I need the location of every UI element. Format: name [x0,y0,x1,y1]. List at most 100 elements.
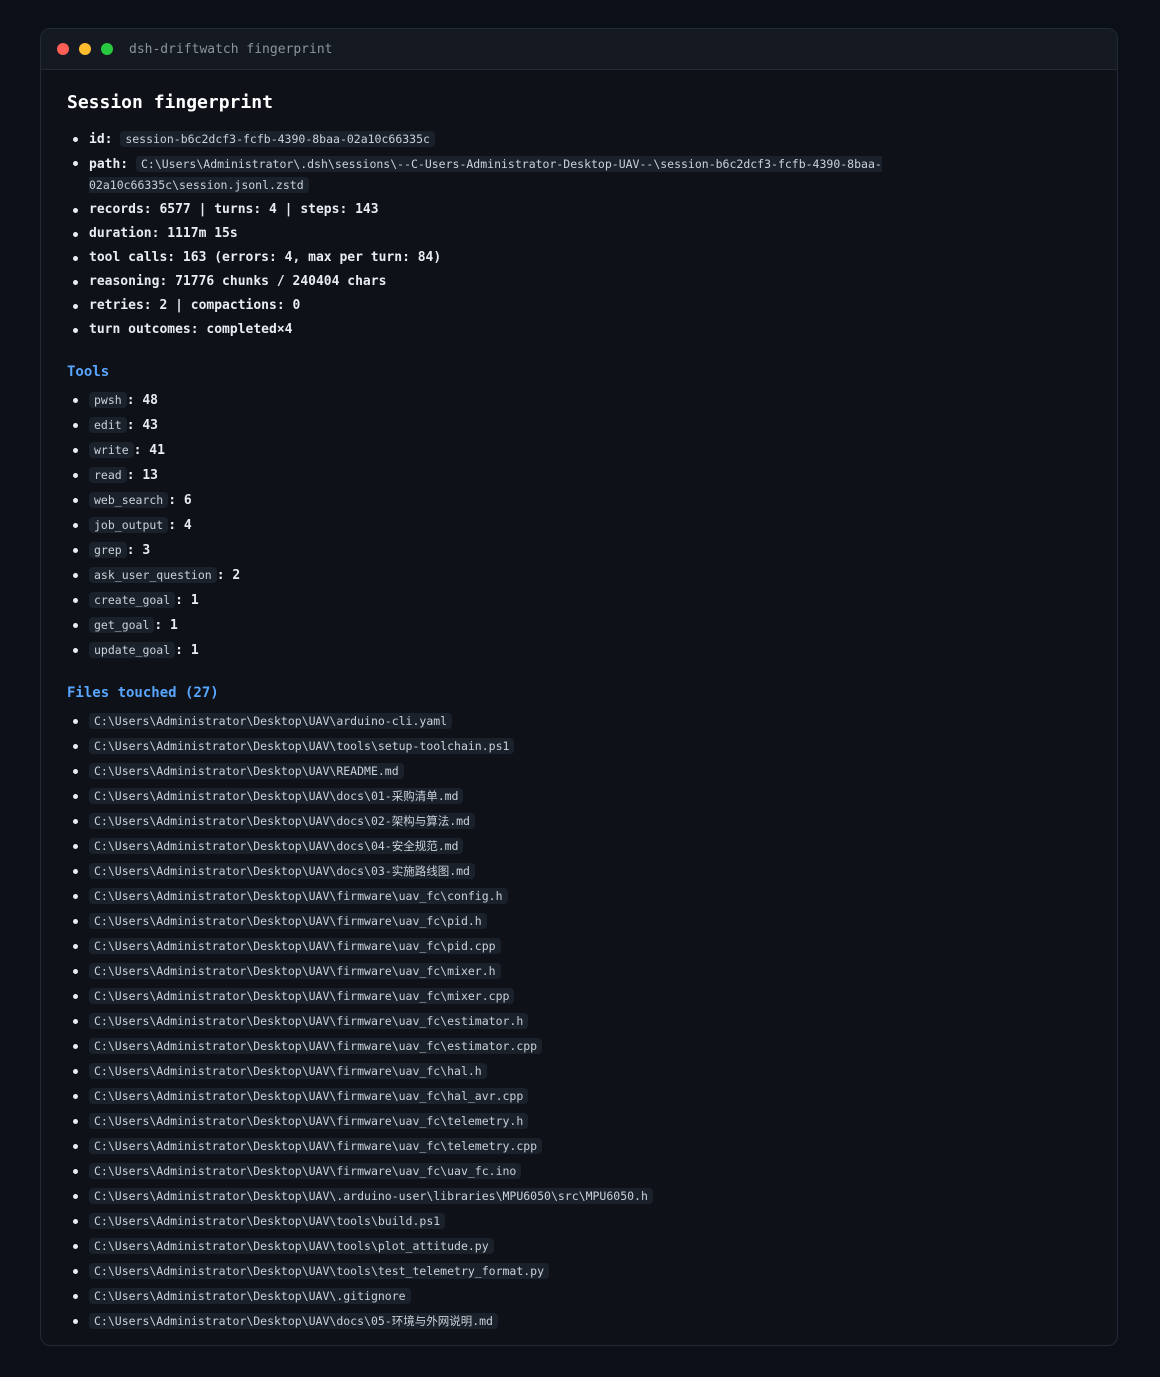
file-item: C:\Users\Administrator\Desktop\UAV\firmw… [67,1159,1091,1184]
file-item: C:\Users\Administrator\Desktop\UAV\docs\… [67,809,1091,834]
file-item: C:\Users\Administrator\Desktop\UAV\tools… [67,734,1091,759]
tool-count: : 6 [168,493,192,508]
tool-name: pwsh [89,392,127,408]
file-path: C:\Users\Administrator\Desktop\UAV\tools… [89,1263,550,1279]
file-item: C:\Users\Administrator\Desktop\UAV\ardui… [67,709,1091,734]
file-path: C:\Users\Administrator\Desktop\UAV\READM… [89,763,404,779]
file-item: C:\Users\Administrator\Desktop\UAV\firmw… [67,909,1091,934]
file-item: C:\Users\Administrator\Desktop\UAV\firmw… [67,1109,1091,1134]
tool-count: : 1 [175,643,199,658]
file-path: C:\Users\Administrator\Desktop\UAV\docs\… [89,813,475,829]
tool-count: : 41 [133,443,165,458]
page-title: Session fingerprint [67,92,273,113]
tool-name: get_goal [89,617,155,633]
file-path: C:\Users\Administrator\Desktop\UAV\firmw… [89,1038,543,1054]
stat-item: reasoning: 71776 chunks / 240404 chars [67,270,1091,294]
report-content: Session fingerprint id: session-b6c2dcf3… [41,70,1117,1334]
file-path: C:\Users\Administrator\Desktop\UAV\docs\… [89,788,464,804]
tool-count: : 3 [126,543,151,558]
tool-item: write: 41 [67,438,1091,463]
file-item: C:\Users\Administrator\Desktop\UAV\docs\… [67,784,1091,809]
file-item: C:\Users\Administrator\Desktop\UAV\firmw… [67,1134,1091,1159]
tool-name: create_goal [89,592,176,608]
file-item: C:\Users\Administrator\Desktop\UAV\READM… [67,759,1091,784]
file-item: C:\Users\Administrator\Desktop\UAV\firmw… [67,1034,1091,1059]
file-item: C:\Users\Administrator\Desktop\UAV\tools… [67,1209,1091,1234]
file-item: C:\Users\Administrator\Desktop\UAV\docs\… [67,834,1091,859]
tool-count: : 13 [126,468,159,483]
session-id-label: id: [89,132,113,147]
tool-item: job_output: 4 [67,513,1091,538]
file-item: C:\Users\Administrator\Desktop\UAV\firmw… [67,984,1091,1009]
file-item: C:\Users\Administrator\Desktop\UAV\firmw… [67,884,1091,909]
tool-name: read [89,467,127,483]
file-item: C:\Users\Administrator\Desktop\UAV\firmw… [67,1059,1091,1084]
file-item: C:\Users\Administrator\Desktop\UAV\.ardu… [67,1184,1091,1209]
maximize-window-button[interactable] [101,43,113,55]
session-path-value: C:\Users\Administrator\.dsh\sessions\--C… [89,156,882,193]
tool-name: update_goal [89,642,176,658]
tool-name: write [89,442,134,458]
file-path: C:\Users\Administrator\Desktop\UAV\firmw… [89,1013,529,1029]
file-path: C:\Users\Administrator\Desktop\UAV\firmw… [89,913,487,929]
file-path: C:\Users\Administrator\Desktop\UAV\firmw… [89,938,501,954]
fingerprint-window: dsh-driftwatch fingerprint Session finge… [40,28,1118,1346]
tool-item: get_goal: 1 [67,613,1091,638]
file-path: C:\Users\Administrator\Desktop\UAV\firmw… [89,888,508,904]
tool-item: grep: 3 [67,538,1091,563]
tool-count: : 1 [175,593,199,608]
stat-item: duration: 1117m 15s [67,222,1091,246]
file-path: C:\Users\Administrator\Desktop\UAV\tools… [89,1238,494,1254]
file-path: C:\Users\Administrator\Desktop\UAV\ardui… [89,713,453,729]
tool-item: web_search: 6 [67,488,1091,513]
file-path: C:\Users\Administrator\Desktop\UAV\firmw… [89,988,515,1004]
file-path: C:\Users\Administrator\Desktop\UAV\.ardu… [89,1188,653,1204]
file-item: C:\Users\Administrator\Desktop\UAV\docs\… [67,859,1091,884]
tool-name: edit [89,417,127,433]
tool-count: : 48 [126,393,159,408]
file-item: C:\Users\Administrator\Desktop\UAV\tools… [67,1234,1091,1259]
tool-name: job_output [89,517,169,533]
file-path: C:\Users\Administrator\Desktop\UAV\docs\… [89,838,464,854]
title-bar: dsh-driftwatch fingerprint [41,29,1117,70]
close-window-button[interactable] [57,43,69,55]
stat-item: retries: 2 | compactions: 0 [67,294,1091,318]
tool-item: ask_user_question: 2 [67,563,1091,588]
file-path: C:\Users\Administrator\Desktop\UAV\docs\… [89,1313,498,1329]
session-path-label: path: [89,157,129,172]
file-path: C:\Users\Administrator\Desktop\UAV\tools… [89,738,515,754]
file-path: C:\Users\Administrator\Desktop\UAV\firmw… [89,1113,529,1129]
session-id-value: session-b6c2dcf3-fcfb-4390-8baa-02a10c66… [120,131,435,147]
window-title: dsh-driftwatch fingerprint [129,41,333,57]
file-item: C:\Users\Administrator\Desktop\UAV\.giti… [67,1284,1091,1309]
session-path-item: path: C:\Users\Administrator\.dsh\sessio… [67,152,1091,198]
tool-count: : 4 [168,518,192,533]
tool-item: read: 13 [67,463,1091,488]
stat-item: tool calls: 163 (errors: 4, max per turn… [67,246,1091,270]
tool-item: edit: 43 [67,413,1091,438]
tool-name: grep [89,542,127,558]
tool-count: : 43 [126,418,159,433]
tool-count: : 2 [216,568,241,583]
session-id-item: id: session-b6c2dcf3-fcfb-4390-8baa-02a1… [67,127,1091,152]
file-path: C:\Users\Administrator\Desktop\UAV\docs\… [89,863,475,879]
tools-heading: Tools [67,364,110,380]
tool-item: update_goal: 1 [67,638,1091,663]
file-item: C:\Users\Administrator\Desktop\UAV\firmw… [67,1009,1091,1034]
files-heading: Files touched (27) [67,685,219,701]
file-item: C:\Users\Administrator\Desktop\UAV\firmw… [67,934,1091,959]
tool-item: pwsh: 48 [67,388,1091,413]
tool-name: web_search [89,492,169,508]
session-details-list: id: session-b6c2dcf3-fcfb-4390-8baa-02a1… [67,127,1091,342]
minimize-window-button[interactable] [79,43,91,55]
file-item: C:\Users\Administrator\Desktop\UAV\firmw… [67,959,1091,984]
file-path: C:\Users\Administrator\Desktop\UAV\firmw… [89,1163,522,1179]
tool-count: : 1 [154,618,178,633]
file-path: C:\Users\Administrator\Desktop\UAV\tools… [89,1213,446,1229]
stat-item: records: 6577 | turns: 4 | steps: 143 [67,198,1091,222]
tool-name: ask_user_question [89,567,217,583]
file-path: C:\Users\Administrator\Desktop\UAV\firmw… [89,1063,487,1079]
stat-item: turn outcomes: completed×4 [67,318,1091,342]
file-item: C:\Users\Administrator\Desktop\UAV\tools… [67,1259,1091,1284]
file-path: C:\Users\Administrator\Desktop\UAV\firmw… [89,1088,529,1104]
